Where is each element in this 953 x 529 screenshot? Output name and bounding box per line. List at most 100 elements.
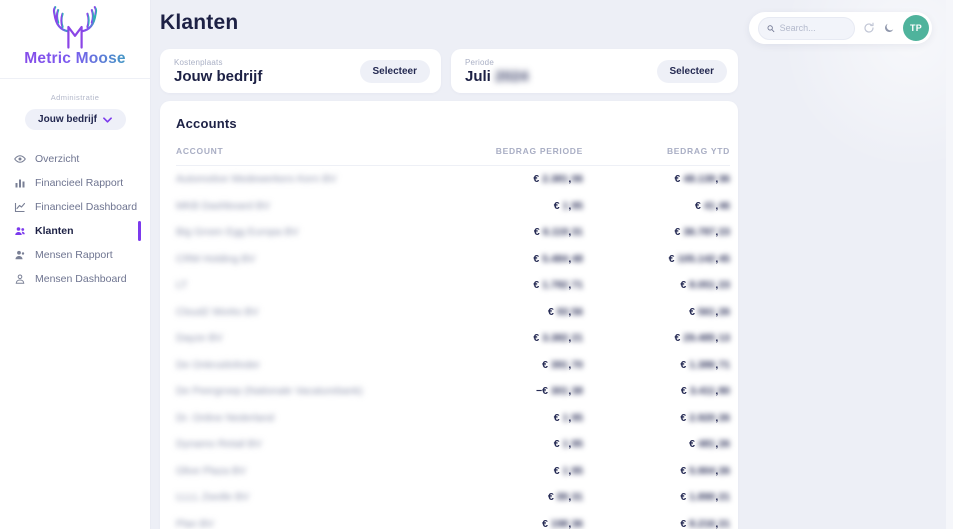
table-row[interactable]: Automotive Medewerkers Kern BV € 2.381,0… <box>176 166 730 193</box>
table-row[interactable]: Cloud2 Works BV € 93,56 € 561,26 <box>176 299 730 326</box>
refresh-icon <box>863 22 875 34</box>
table-row[interactable]: CRM Holding BV € 5.484,48 € 105.142,45 <box>176 246 730 273</box>
logo: Metric Moose <box>0 0 150 68</box>
search-icon <box>767 24 775 33</box>
bedrag-ytd-cell: € 8.216,21 <box>583 518 730 529</box>
account-name-cell: CRM Holding BV <box>176 253 435 265</box>
sidebar-item-financieel-rapport[interactable]: Financieel Rapport <box>0 171 150 195</box>
bedrag-ytd-cell: € 36.787,23 <box>583 226 730 238</box>
table-row[interactable]: LT € 1.782,71 € 8.051,23 <box>176 272 730 299</box>
periode-value: Juli 2024 <box>465 68 528 85</box>
sidebar-item-label: Overzicht <box>35 153 79 165</box>
accounts-card: Accounts ACCOUNT BEDRAG PERIODE BEDRAG Y… <box>160 101 738 529</box>
logo-text: Metric Moose <box>0 50 150 68</box>
company-selector[interactable]: Jouw bedrijf <box>25 109 126 130</box>
company-selector-label: Jouw bedrijf <box>38 114 97 125</box>
filter-row: Kostenplaats Jouw bedrijf Selecteer Peri… <box>160 49 738 93</box>
account-name-cell: Big Groen Egg Europa BV <box>176 226 435 238</box>
bedrag-ytd-cell: € 1.890,21 <box>583 491 730 503</box>
account-name-cell: De Onkruidvlinder <box>176 359 435 371</box>
bedrag-ytd-cell: € 41,46 <box>583 200 730 212</box>
bedrag-ytd-cell: € 29.485,13 <box>583 332 730 344</box>
search-input[interactable] <box>780 23 846 33</box>
bedrag-ytd-cell: € 3.411,80 <box>583 385 730 397</box>
account-name-cell: LT <box>176 279 435 291</box>
account-name-cell: MKB Dashboard BV <box>176 200 435 212</box>
sidebar-item-label: Mensen Dashboard <box>35 273 127 285</box>
table-row[interactable]: LLLL Zwolle BV € 89,31 € 1.890,21 <box>176 484 730 511</box>
kostenplaats-selecteer-button[interactable]: Selecteer <box>360 60 430 83</box>
bedrag-periode-cell: € 1.782,71 <box>435 279 583 291</box>
bedrag-periode-cell: € 1,95 <box>435 465 583 477</box>
moon-icon <box>883 22 895 34</box>
account-name-cell: De Peergroep (Nationale Vacaturebank) <box>176 385 435 397</box>
sidebar-item-label: Financieel Rapport <box>35 177 123 189</box>
sidebar-item-mensen-rapport[interactable]: Mensen Rapport <box>0 243 150 267</box>
sidebar-item-label: Klanten <box>35 225 74 237</box>
bedrag-periode-cell: € 5.484,48 <box>435 253 583 265</box>
sidebar-item-label: Mensen Rapport <box>35 249 113 261</box>
account-name-cell: Plan BV <box>176 518 435 529</box>
administratie-label: Administratie <box>0 93 150 102</box>
sidebar-item-klanten[interactable]: Klanten <box>0 219 150 243</box>
bedrag-periode-cell: € 198,36 <box>435 518 583 529</box>
account-name-cell: Dynamo Retail BV <box>176 438 435 450</box>
avatar[interactable]: TP <box>903 15 929 41</box>
periode-month: Juli <box>465 68 491 85</box>
periode-card: Periode Juli 2024 Selecteer <box>451 49 738 93</box>
table-row[interactable]: Olive Plaza BV € 1,95 € 5.904,26 <box>176 458 730 485</box>
sidebar-item-financieel-dashboard[interactable]: Financieel Dashboard <box>0 195 150 219</box>
sidebar: Metric Moose Administratie Jouw bedrijf … <box>0 0 151 529</box>
account-name-cell: Olive Plaza BV <box>176 465 435 477</box>
account-name-cell: LLLL Zwolle BV <box>176 491 435 503</box>
bedrag-ytd-cell: € 8.051,23 <box>583 279 730 291</box>
bedrag-periode-cell: € 391,70 <box>435 359 583 371</box>
table-row[interactable]: De Onkruidvlinder € 391,70 € 1.386,71 <box>176 352 730 379</box>
sidebar-item-mensen-dashboard[interactable]: Mensen Dashboard <box>0 267 150 291</box>
bedrag-periode-cell: € 1,95 <box>435 200 583 212</box>
sidebar-item-overzicht[interactable]: Overzicht <box>0 147 150 171</box>
refresh-button[interactable] <box>863 22 875 34</box>
periode-label: Periode <box>465 58 528 67</box>
search-box[interactable] <box>758 17 855 40</box>
accounts-table-body: Automotive Medewerkers Kern BV € 2.381,0… <box>176 166 730 529</box>
bedrag-ytd-cell: € 2.920,26 <box>583 412 730 424</box>
table-row[interactable]: De Peergroep (Nationale Vacaturebank) −€… <box>176 378 730 405</box>
eye-icon <box>14 153 26 165</box>
line-chart-icon <box>14 201 26 213</box>
bedrag-periode-cell: € 6.119,31 <box>435 226 583 238</box>
bedrag-ytd-cell: € 561,26 <box>583 306 730 318</box>
table-row[interactable]: Dayze BV € 3.382,21 € 29.485,13 <box>176 325 730 352</box>
column-header-bedrag-periode: BEDRAG PERIODE <box>435 146 583 156</box>
person-dashboard-icon <box>14 273 26 285</box>
sidebar-divider <box>0 78 150 79</box>
bedrag-ytd-cell: € 48.139,36 <box>583 173 730 185</box>
periode-year-blurred: 2024 <box>495 68 528 85</box>
bedrag-periode-cell: € 89,31 <box>435 491 583 503</box>
accounts-table-header: ACCOUNT BEDRAG PERIODE BEDRAG YTD <box>176 146 730 166</box>
account-name-cell: Dayze BV <box>176 332 435 344</box>
content-column: Kostenplaats Jouw bedrijf Selecteer Peri… <box>160 49 738 529</box>
moose-antlers-icon <box>38 5 112 49</box>
bedrag-periode-cell: € 93,56 <box>435 306 583 318</box>
scrollbar[interactable] <box>946 0 953 529</box>
dark-mode-toggle[interactable] <box>883 22 895 34</box>
table-row[interactable]: MKB Dashboard BV € 1,95 € 41,46 <box>176 193 730 220</box>
bedrag-periode-cell: € 2.381,06 <box>435 173 583 185</box>
chevron-down-icon <box>103 117 112 123</box>
table-row[interactable]: Big Groen Egg Europa BV € 6.119,31 € 36.… <box>176 219 730 246</box>
column-header-account: ACCOUNT <box>176 146 435 156</box>
bedrag-periode-cell: € 3.382,21 <box>435 332 583 344</box>
bar-chart-icon <box>14 177 26 189</box>
table-row[interactable]: Dynamo Retail BV € 1,95 € 481,26 <box>176 431 730 458</box>
topbar: TP <box>749 12 932 44</box>
sidebar-item-label: Financieel Dashboard <box>35 201 137 213</box>
table-row[interactable]: Dr. Online Nederland € 1,95 € 2.920,26 <box>176 405 730 432</box>
bedrag-ytd-cell: € 5.904,26 <box>583 465 730 477</box>
account-name-cell: Automotive Medewerkers Kern BV <box>176 173 435 185</box>
table-row[interactable]: Plan BV € 198,36 € 8.216,21 <box>176 511 730 529</box>
account-name-cell: Cloud2 Works BV <box>176 306 435 318</box>
bedrag-periode-cell: € 1,95 <box>435 438 583 450</box>
periode-selecteer-button[interactable]: Selecteer <box>657 60 727 83</box>
kostenplaats-value: Jouw bedrijf <box>174 68 262 85</box>
